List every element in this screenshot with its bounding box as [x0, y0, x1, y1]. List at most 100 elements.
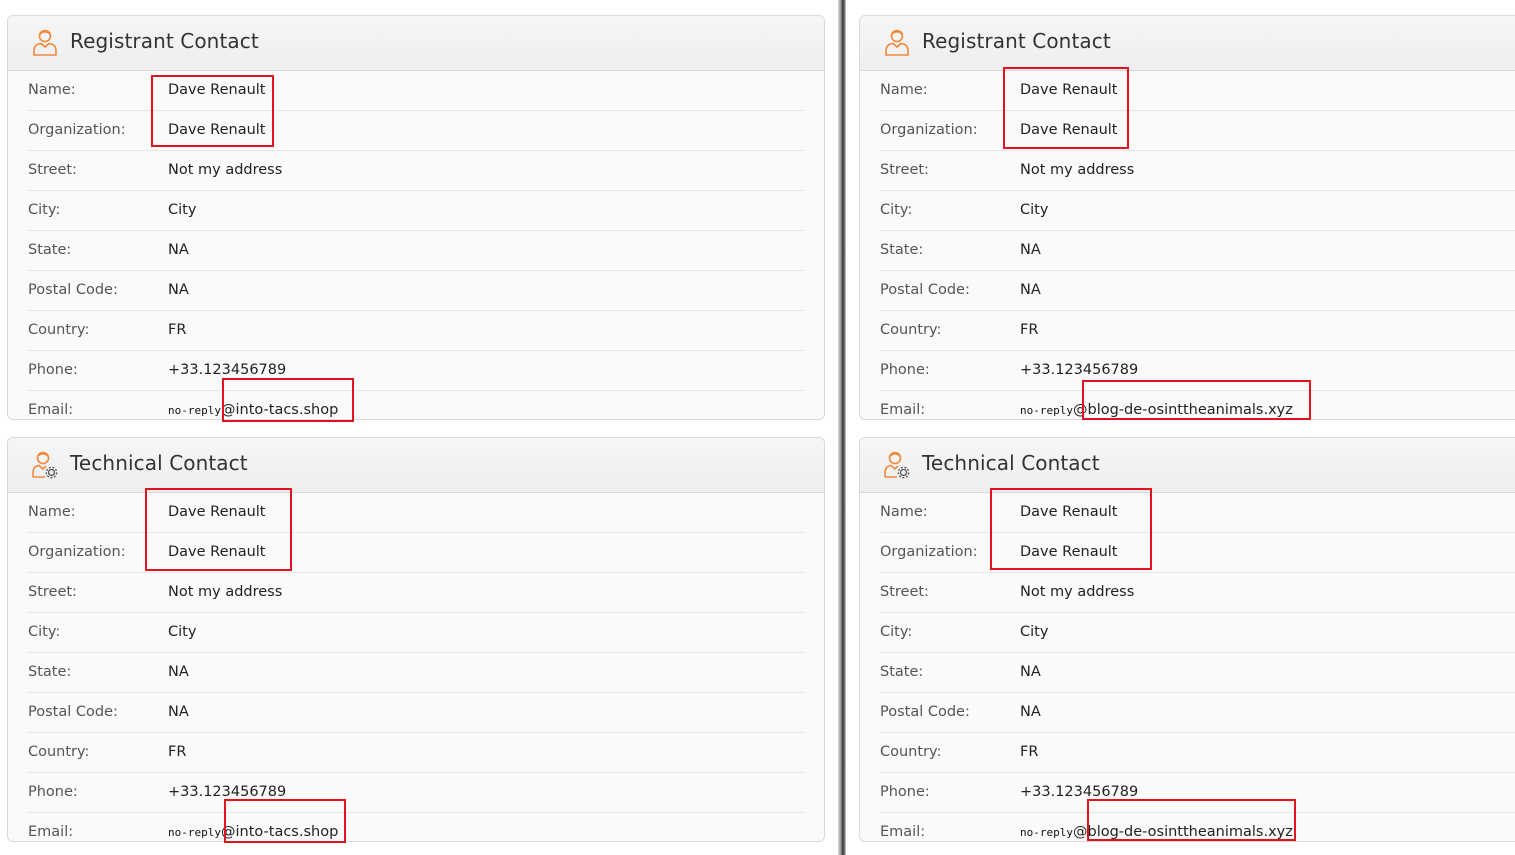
email-user: no-reply	[168, 404, 221, 417]
postal-code-label: Postal Code:	[28, 282, 118, 298]
email-row: Email: no-reply@into-tacs.shop	[28, 391, 804, 419]
street-value: Not my address	[1020, 584, 1135, 600]
name-label: Name:	[880, 82, 928, 98]
postal-code-row: Postal Code: NA	[28, 693, 804, 733]
country-value: FR	[168, 322, 187, 338]
email-domain: @blog-de-osinttheanimals.xyz	[1072, 824, 1293, 840]
name-row: Name: Dave Renault	[880, 71, 1515, 111]
country-label: Country:	[880, 322, 942, 338]
panel-header: Technical Contact	[8, 438, 824, 493]
email-domain: @blog-de-osinttheanimals.xyz	[1072, 402, 1293, 418]
person-gear-icon	[32, 451, 58, 479]
organization-label: Organization:	[880, 544, 978, 560]
phone-value: +33.123456789	[1020, 362, 1139, 378]
phone-value: +33.123456789	[168, 784, 287, 800]
street-value: Not my address	[1020, 162, 1135, 178]
technical-contact-panel: Technical Contact Name: Dave Renault Orga…	[859, 437, 1515, 842]
street-row: Street: Not my address	[880, 573, 1515, 613]
state-value: NA	[1020, 242, 1041, 258]
email-domain: @into-tacs.shop	[220, 824, 339, 840]
organization-label: Organization:	[28, 122, 126, 138]
panel-header: Registrant Contact	[860, 16, 1515, 71]
phone-row: Phone: +33.123456789	[880, 773, 1515, 813]
name-value: Dave Renault	[1020, 504, 1118, 520]
email-user: no-reply	[1020, 404, 1073, 417]
panel-title: Technical Contact	[70, 451, 248, 475]
city-label: City:	[28, 202, 61, 218]
state-row: State: NA	[28, 231, 804, 271]
street-value: Not my address	[168, 584, 283, 600]
city-value: City	[1020, 624, 1049, 640]
phone-value: +33.123456789	[1020, 784, 1139, 800]
panel-title: Registrant Contact	[70, 29, 259, 53]
state-label: State:	[28, 664, 72, 680]
country-value: FR	[1020, 744, 1039, 760]
postal-code-value: NA	[1020, 282, 1041, 298]
country-label: Country:	[28, 744, 90, 760]
postal-code-label: Postal Code:	[28, 704, 118, 720]
organization-label: Organization:	[28, 544, 126, 560]
country-row: Country: FR	[880, 311, 1515, 351]
country-row: Country: FR	[880, 733, 1515, 773]
name-value: Dave Renault	[168, 504, 266, 520]
name-value: Dave Renault	[1020, 82, 1118, 98]
postal-code-row: Postal Code: NA	[880, 693, 1515, 733]
city-label: City:	[880, 624, 913, 640]
street-row: Street: Not my address	[880, 151, 1515, 191]
name-label: Name:	[28, 82, 76, 98]
email-row: Email: no-reply@blog-de-osinttheanimals.x…	[880, 813, 1515, 841]
email-value: no-reply@blog-de-osinttheanimals.xyz	[1020, 402, 1293, 418]
street-label: Street:	[880, 584, 929, 600]
organization-value: Dave Renault	[1020, 544, 1118, 560]
city-value: City	[168, 624, 197, 640]
organization-value: Dave Renault	[168, 122, 266, 138]
phone-label: Phone:	[28, 362, 78, 378]
name-label: Name:	[880, 504, 928, 520]
postal-code-label: Postal Code:	[880, 704, 970, 720]
phone-row: Phone: +33.123456789	[28, 773, 804, 813]
country-row: Country: FR	[28, 733, 804, 773]
phone-row: Phone: +33.123456789	[28, 351, 804, 391]
postal-code-row: Postal Code: NA	[28, 271, 804, 311]
email-label: Email:	[880, 824, 926, 840]
city-row: City: City	[28, 613, 804, 653]
organization-row: Organization: Dave Renault	[28, 533, 804, 573]
organization-row: Organization: Dave Renault	[880, 533, 1515, 573]
city-row: City: City	[880, 191, 1515, 231]
organization-row: Organization: Dave Renault	[880, 111, 1515, 151]
email-domain: @into-tacs.shop	[220, 402, 339, 418]
phone-label: Phone:	[28, 784, 78, 800]
technical-contact-panel: Technical Contact Name: Dave Renault Orga…	[7, 437, 825, 842]
postal-code-row: Postal Code: NA	[880, 271, 1515, 311]
window-divider	[838, 0, 846, 855]
postal-code-value: NA	[1020, 704, 1041, 720]
state-label: State:	[28, 242, 72, 258]
state-row: State: NA	[28, 653, 804, 693]
left-whois-column: Registrant Contact Name: Dave Renault Org…	[0, 0, 838, 855]
state-row: State: NA	[880, 231, 1515, 271]
person-icon	[33, 29, 57, 56]
street-value: Not my address	[168, 162, 283, 178]
name-label: Name:	[28, 504, 76, 520]
organization-value: Dave Renault	[1020, 122, 1118, 138]
email-row: Email: no-reply@into-tacs.shop	[28, 813, 804, 841]
right-whois-column: Registrant Contact Name: Dave Renault Org…	[846, 0, 1515, 855]
city-value: City	[168, 202, 197, 218]
email-value: no-reply@blog-de-osinttheanimals.xyz	[1020, 824, 1293, 840]
state-value: NA	[168, 664, 189, 680]
state-label: State:	[880, 242, 924, 258]
phone-value: +33.123456789	[168, 362, 287, 378]
panel-header: Registrant Contact	[8, 16, 824, 71]
name-row: Name: Dave Renault	[28, 71, 804, 111]
city-row: City: City	[880, 613, 1515, 653]
name-value: Dave Renault	[168, 82, 266, 98]
email-label: Email:	[28, 824, 74, 840]
phone-row: Phone: +33.123456789	[880, 351, 1515, 391]
country-value: FR	[168, 744, 187, 760]
country-row: Country: FR	[28, 311, 804, 351]
street-label: Street:	[880, 162, 929, 178]
street-row: Street: Not my address	[28, 151, 804, 191]
city-label: City:	[880, 202, 913, 218]
name-row: Name: Dave Renault	[880, 493, 1515, 533]
email-value: no-reply@into-tacs.shop	[168, 824, 338, 840]
